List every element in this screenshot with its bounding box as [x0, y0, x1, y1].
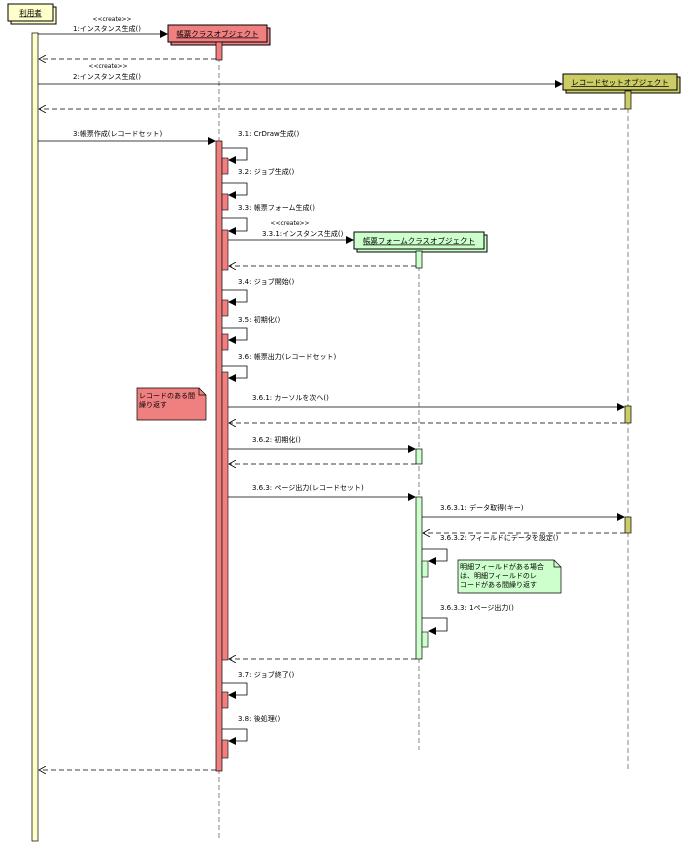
activation-recordset-create	[624, 90, 632, 110]
activation-report-create	[215, 41, 223, 61]
msg-3-6-3-3-arrow[interactable]	[422, 617, 448, 635]
msg-3-2-label: 3.2: ジョブ生成()	[238, 167, 294, 176]
msg-3-3-arrow[interactable]	[222, 217, 248, 235]
msg-3-7-label: 3.7: ジョブ終了()	[238, 670, 294, 679]
note-detail-loop-line2: は、明細フィールドのレ	[460, 571, 537, 580]
activation-recordset-3-6-1	[624, 405, 632, 424]
msg-3-label: 3:帳票作成(レコードセット)	[73, 129, 163, 138]
activation-report-3-3	[221, 229, 229, 271]
msg-3-1-label: 3.1: CrDraw生成()	[238, 129, 299, 138]
object-user[interactable]: 利用者	[7, 3, 57, 25]
object-user-label: 利用者	[19, 8, 42, 18]
activation-report-3-6	[221, 371, 229, 661]
msg-1-label: 1:インスタンス生成()	[73, 24, 141, 33]
msg-3-8-arrow[interactable]	[222, 728, 248, 745]
msg-3-6-3-3-label: 3.6.3.3: 1ページ出力()	[440, 603, 514, 612]
activation-form-3-6-3-2	[421, 560, 429, 578]
stereotype-create-3: <<create>>	[270, 220, 309, 227]
object-form[interactable]: 帳票フォームクラスオブジェクト	[353, 231, 488, 253]
activation-form-3-6-3-3	[421, 631, 429, 648]
msg-3-2-arrow[interactable]	[222, 182, 248, 199]
note-record-loop: レコードのある間 繰り返す	[136, 387, 207, 421]
msg-3-6-3-2-label: 3.6.3.2: フィールドにデータを設定()	[440, 533, 559, 542]
activation-report-main	[215, 140, 223, 772]
note-record-loop-line2: 繰り返す	[139, 400, 167, 409]
object-form-label: 帳票フォームクラスオブジェクト	[363, 236, 475, 246]
msg-3-5-label: 3.5: 初期化()	[238, 315, 280, 324]
activation-user	[31, 32, 39, 842]
note-record-loop-line1: レコードのある間	[139, 392, 195, 400]
activation-report-3-5	[221, 333, 229, 351]
activation-report-3-7	[221, 691, 229, 709]
activation-report-3-1	[221, 157, 229, 175]
note-detail-loop: 明細フィールドがある場合 は、明細フィールドのレ コードがある間繰り返す	[457, 559, 562, 594]
msg-3-6-3-2-arrow[interactable]	[422, 548, 448, 565]
activation-report-3-8	[221, 739, 229, 759]
stereotype-create-2: <<create>>	[88, 63, 127, 70]
msg-3-3-1-label: 3.3.1:インスタンス生成()	[262, 229, 344, 238]
activation-report-3-2	[221, 193, 229, 211]
msg-3-8-label: 3.8: 後処理()	[238, 714, 280, 723]
activation-recordset-3-6-3-1	[624, 516, 632, 534]
msg-3-6-1-label: 3.6.1: カーソルを次へ()	[252, 393, 329, 402]
msg-3-6-label: 3.6: 帳票出力(レコードセット)	[238, 352, 336, 361]
note-detail-loop-line3: コードがある間繰り返す	[460, 580, 537, 589]
sequence-diagram: 利用者 帳票クラスオブジェクト レコードセットオブジェクト 帳票フォームクラスオ…	[7, 3, 681, 842]
activation-form-3-6-3	[415, 496, 423, 660]
activation-form-3-6-2	[415, 448, 423, 465]
activation-report-3-4	[221, 299, 229, 317]
msg-3-6-3-label: 3.6.3: ページ出力(レコードセット)	[252, 483, 364, 492]
object-report-label: 帳票クラスオブジェクト	[176, 29, 258, 39]
msg-3-4-label: 3.4: ジョブ開始()	[238, 277, 294, 286]
msg-3-6-3-1-label: 3.6.3.1: データ取得(キー)	[440, 503, 524, 512]
msg-2-label: 2:インスタンス生成()	[73, 72, 141, 81]
object-recordset[interactable]: レコードセットオブジェクト	[562, 73, 681, 94]
object-recordset-label: レコードセットオブジェクト	[571, 77, 669, 87]
msg-3-3-label: 3.3: 帳票フォーム生成()	[238, 203, 315, 212]
msg-3-6-2-label: 3.6.2: 初期化()	[252, 435, 301, 444]
stereotype-create-1: <<create>>	[92, 16, 131, 23]
activation-form-create	[415, 250, 423, 269]
note-detail-loop-line1: 明細フィールドがある場合	[460, 562, 544, 571]
